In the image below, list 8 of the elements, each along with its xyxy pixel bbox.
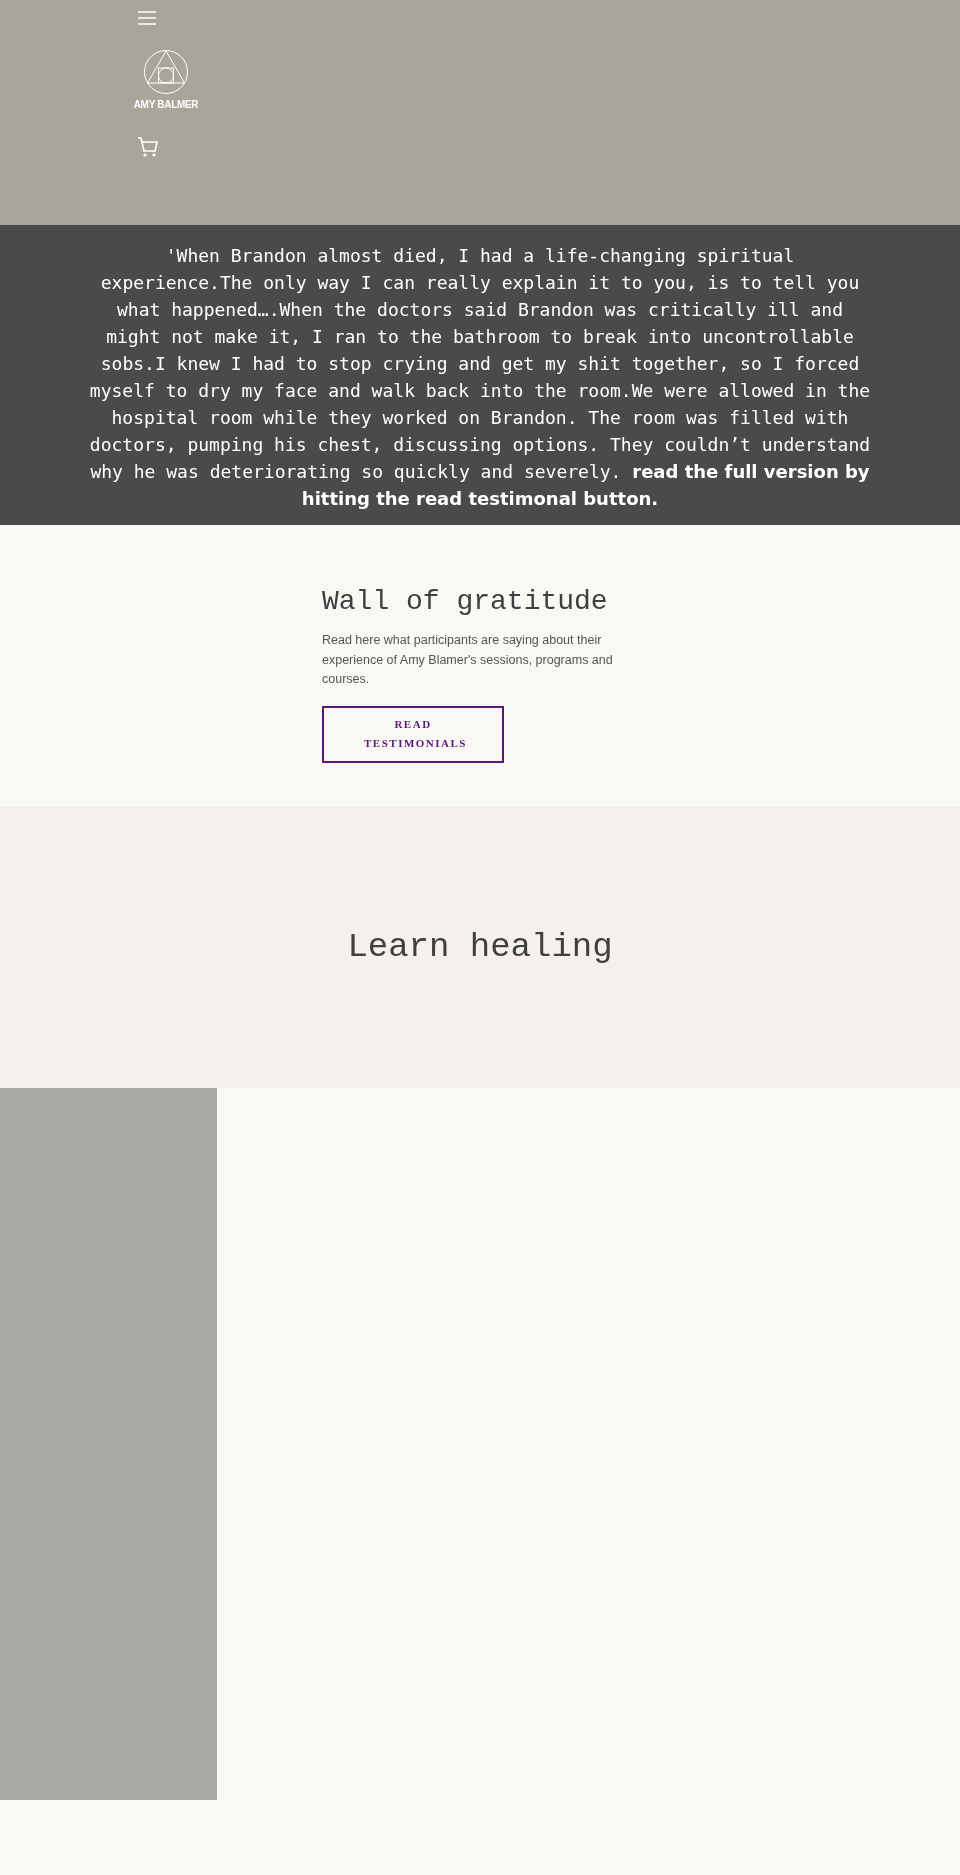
- section-title: Wall of gratitude: [322, 585, 609, 619]
- section-title: Learn healing: [347, 927, 613, 966]
- cart-icon[interactable]: [137, 136, 159, 158]
- section-description: Read here what participants are saying about their experience of Amy Blamer's sessions, programs and courses.: [322, 632, 614, 688]
- logo-icon[interactable]: [143, 49, 189, 95]
- menu-icon[interactable]: [137, 11, 157, 25]
- read-testimonials-button[interactable]: READ TESTIMONIALS: [322, 705, 504, 763]
- testimonial-quote: 'When Brandon almost died, I had a life-changing spiritual experience.The only way I can really explain it to you, is to tell you what happened….When the doctors said Brandon was critically ill and might not make it, I ran to the bathroom to break into uncontrollable sobs.I knew I had to stop crying and get my shit together, so I forced myself to dry my face and walk back into the room.We were allowed in the hospital room while they worked on Brandon. The room was filled with doctors, pumping his chest, discussing options. They couldn’t understand why he was deteriorating so quickly and severely. read the full version by hitting the read testimonal button.: [88, 244, 872, 511]
